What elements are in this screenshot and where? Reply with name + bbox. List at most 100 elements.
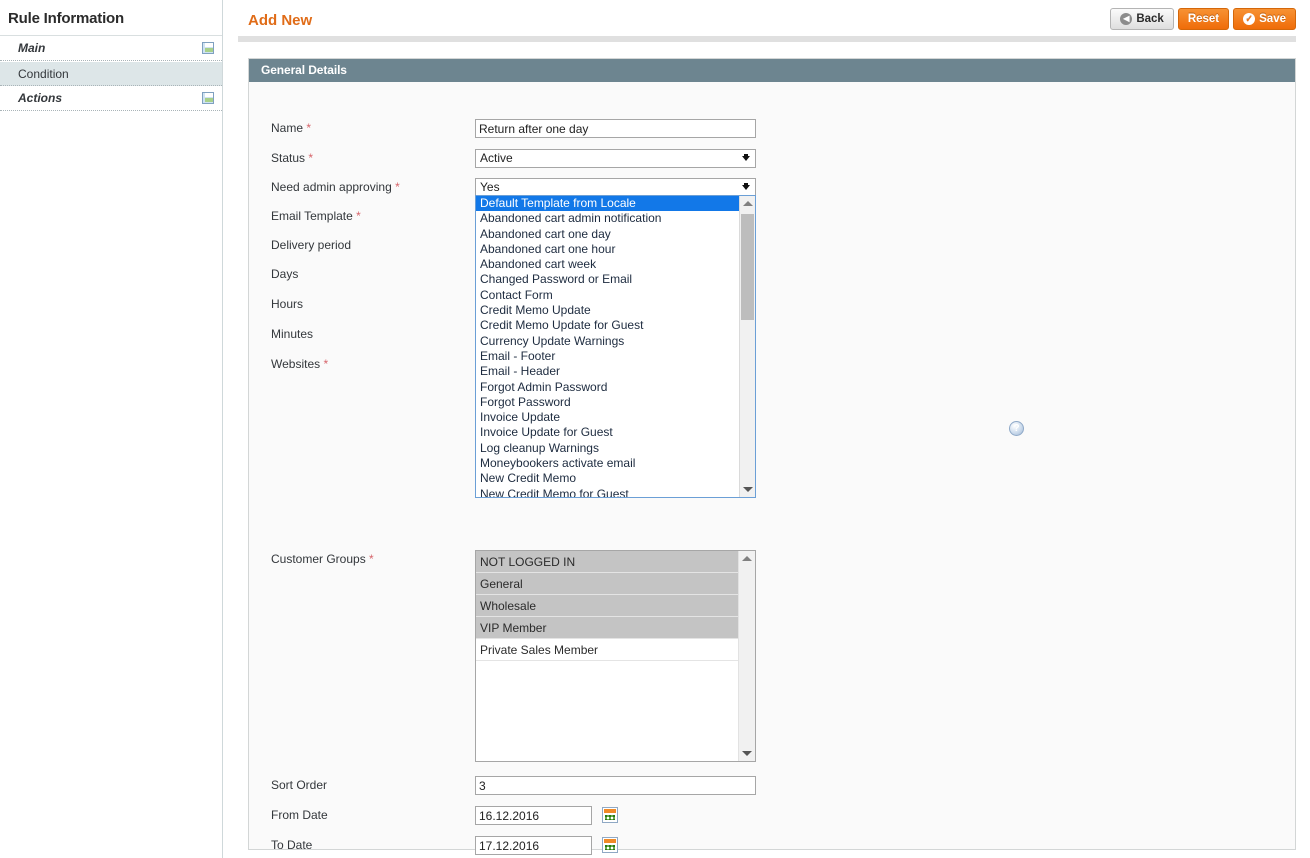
field-row-customer-groups: Customer Groups * NOT LOGGED IN General Wh… [249,550,1295,764]
button-label: Save [1259,13,1286,25]
label-name-text: Name [271,121,304,135]
dropdown-option[interactable]: Abandoned cart week [476,257,739,272]
required-star: * [305,151,314,165]
chevron-down-icon [742,183,750,190]
general-details-panel: General Details Name * Status * [248,58,1296,855]
sidebar-item-condition[interactable]: Condition [0,61,222,86]
dropdown-option[interactable]: Abandoned cart one day [476,227,739,242]
dropdown-option[interactable]: New Credit Memo [476,471,739,486]
sort-order-input[interactable] [475,776,756,795]
page-title: Add New [248,12,313,29]
customer-group-option[interactable]: NOT LOGGED IN [476,551,738,573]
control-status: Active [475,149,756,168]
dropdown-option[interactable]: Invoice Update for Guest [476,425,739,440]
dropdown-option[interactable]: Invoice Update [476,410,739,425]
page-header: Add New ◀ Back Reset ✓ Save [224,0,1310,42]
control-from-date [475,806,618,825]
scrollbar-thumb[interactable] [741,214,754,320]
header-divider [238,36,1296,42]
dropdown-option[interactable]: Abandoned cart admin notification [476,211,739,226]
customer-group-option[interactable]: Private Sales Member [476,639,738,661]
field-row-to-date: To Date [249,836,1295,858]
dropdown-option[interactable]: Email - Footer [476,349,739,364]
magento-admin-page: Rule Information Main Condition Actions Ad… [0,0,1310,858]
help-question-icon[interactable]: ? [1009,421,1024,436]
scroll-down-icon[interactable] [742,751,752,756]
field-row-status: Status * Active [249,149,1295,171]
control-to-date [475,836,618,855]
dropdown-option[interactable]: Credit Memo Update [476,303,739,318]
label-websites: Websites * [271,355,461,373]
label-sort-order: Sort Order [271,778,328,792]
calendar-icon[interactable] [602,837,618,853]
need-approving-select-value: Yes [480,180,500,194]
sidebar-item-list: Main Condition Actions [0,36,222,111]
scroll-up-icon[interactable] [743,201,753,206]
email-template-options: Default Template from Locale Abandoned ca… [476,196,739,497]
required-star: * [391,180,400,194]
to-date-input[interactable] [475,836,592,855]
status-select[interactable]: Active [475,149,756,168]
check-circle-icon: ✓ [1243,13,1256,25]
dropdown-option[interactable]: Currency Update Warnings [476,334,739,349]
dropdown-scrollbar[interactable] [739,196,755,497]
customer-group-option[interactable]: General [476,573,738,595]
scroll-up-icon[interactable] [742,556,752,561]
field-row-sort-order: Sort Order [249,776,1295,798]
content-area: Add New ◀ Back Reset ✓ Save General Details … [224,0,1310,858]
sidebar-item-actions[interactable]: Actions [0,86,222,111]
dropdown-option[interactable]: Forgot Admin Password [476,380,739,395]
dropdown-option[interactable]: Moneybookers activate email [476,456,739,471]
back-arrow-icon: ◀ [1120,13,1133,25]
customer-group-option[interactable]: Wholesale [476,595,738,617]
control-sort-order [475,776,756,795]
email-template-dropdown-list[interactable]: Default Template from Locale Abandoned ca… [475,195,756,498]
dropdown-option[interactable]: New Credit Memo for Guest [476,487,739,497]
customer-groups-options: NOT LOGGED IN General Wholesale VIP Member P… [476,551,738,661]
calendar-icon[interactable] [602,807,618,823]
label-minutes: Minutes [271,327,314,341]
label-need-approving-text: Need admin approving [271,180,392,194]
label-email-template: Email Template * [271,207,461,225]
button-label: Back [1136,13,1164,25]
field-row-hours: Hours [249,295,1295,317]
scroll-down-icon[interactable] [743,487,753,492]
save-button[interactable]: ✓ Save [1233,8,1296,30]
label-websites-text: Websites [271,357,321,371]
customer-groups-multiselect[interactable]: NOT LOGGED IN General Wholesale VIP Member P… [475,550,756,762]
label-name: Name * [271,119,461,137]
label-customer-groups-text: Customer Groups [271,552,366,566]
field-row-need-approving: Need admin approving * Yes [249,178,1295,200]
label-customer-groups: Customer Groups * [271,550,461,568]
dropdown-option[interactable]: Default Template from Locale [476,196,739,212]
dropdown-option[interactable]: Changed Password or Email [476,272,739,287]
label-from-date: From Date [271,808,328,822]
required-star: * [365,552,374,566]
label-days: Days [271,267,299,281]
field-row-days: Days [249,265,1295,287]
field-row-delivery-period: Delivery period [249,236,1295,258]
save-disk-icon[interactable] [202,92,214,104]
sidebar-item-main[interactable]: Main [0,36,222,61]
save-disk-icon[interactable] [202,42,214,54]
customer-group-option[interactable]: VIP Member [476,617,738,639]
button-label: Reset [1187,13,1220,25]
dropdown-option[interactable]: Forgot Password [476,395,739,410]
label-to-date: To Date [271,838,313,852]
required-star: * [352,209,361,223]
field-row-email-template: Email Template * Default Template from L… [249,207,1295,229]
status-select-value: Active [480,151,513,165]
reset-button[interactable]: Reset [1177,8,1230,30]
dropdown-option[interactable]: Credit Memo Update for Guest [476,318,739,333]
sidebar-item-label: Main [18,41,46,55]
dropdown-option[interactable]: Contact Form [476,288,739,303]
dropdown-option[interactable]: Email - Header [476,364,739,379]
dropdown-option[interactable]: Abandoned cart one hour [476,242,739,257]
back-button[interactable]: ◀ Back [1110,8,1174,30]
sidebar-title: Rule Information [8,10,124,27]
customer-groups-scrollbar[interactable] [738,551,755,761]
name-input[interactable] [475,119,756,138]
from-date-input[interactable] [475,806,592,825]
chevron-down-icon [742,154,750,161]
dropdown-option[interactable]: Log cleanup Warnings [476,441,739,456]
